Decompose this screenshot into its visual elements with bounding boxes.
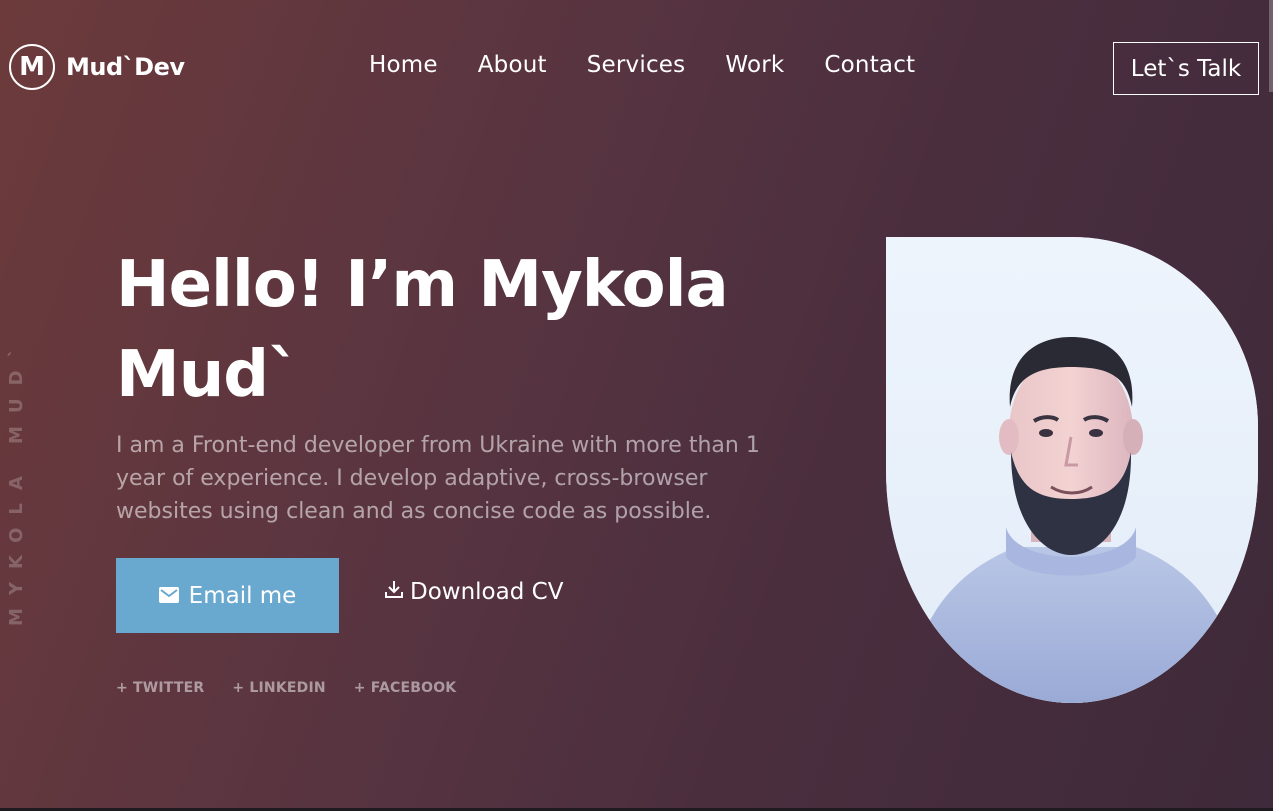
mail-icon bbox=[158, 583, 179, 609]
vertical-name-text: MYKOLA MUD` bbox=[6, 335, 27, 626]
hero-description: I am a Front-end developer from Ukraine … bbox=[116, 433, 760, 524]
logo-mark: M bbox=[9, 44, 55, 90]
logo-letter: M bbox=[19, 52, 45, 82]
lets-talk-button[interactable]: Let`s Talk bbox=[1113, 42, 1259, 95]
social-links: + TWITTER + LINKEDIN + FACEBOOK bbox=[116, 680, 456, 696]
main-nav: Home About Services Work Contact bbox=[369, 52, 915, 78]
email-me-button[interactable]: Email me bbox=[116, 558, 339, 633]
social-link-facebook[interactable]: + FACEBOOK bbox=[354, 680, 457, 696]
nav-item-work[interactable]: Work bbox=[725, 52, 784, 78]
nav-item-services[interactable]: Services bbox=[587, 52, 686, 78]
nav-item-contact[interactable]: Contact bbox=[824, 52, 915, 78]
portrait-illustration bbox=[886, 237, 1258, 703]
social-link-twitter[interactable]: + TWITTER bbox=[116, 680, 204, 696]
nav-item-about[interactable]: About bbox=[478, 52, 547, 78]
social-link-linkedin[interactable]: + LINKEDIN bbox=[232, 680, 325, 696]
brand-name: Mud`Dev bbox=[66, 53, 185, 81]
page: M Mud`Dev Home About Services Work Conta… bbox=[0, 0, 1273, 811]
download-cv-button[interactable]: Download CV bbox=[384, 579, 563, 605]
site-header: M Mud`Dev Home About Services Work Conta… bbox=[0, 0, 1273, 140]
nav-item-home[interactable]: Home bbox=[369, 52, 438, 78]
lets-talk-label: Let`s Talk bbox=[1130, 55, 1242, 82]
profile-photo bbox=[886, 237, 1258, 703]
hero-title: Hello! I’m Mykola Mud` bbox=[116, 248, 729, 412]
scrollbar[interactable] bbox=[1269, 0, 1273, 92]
download-cv-label: Download CV bbox=[410, 579, 564, 605]
download-icon bbox=[384, 579, 404, 605]
logo[interactable]: M Mud`Dev bbox=[9, 44, 185, 90]
email-me-label: Email me bbox=[188, 582, 297, 609]
